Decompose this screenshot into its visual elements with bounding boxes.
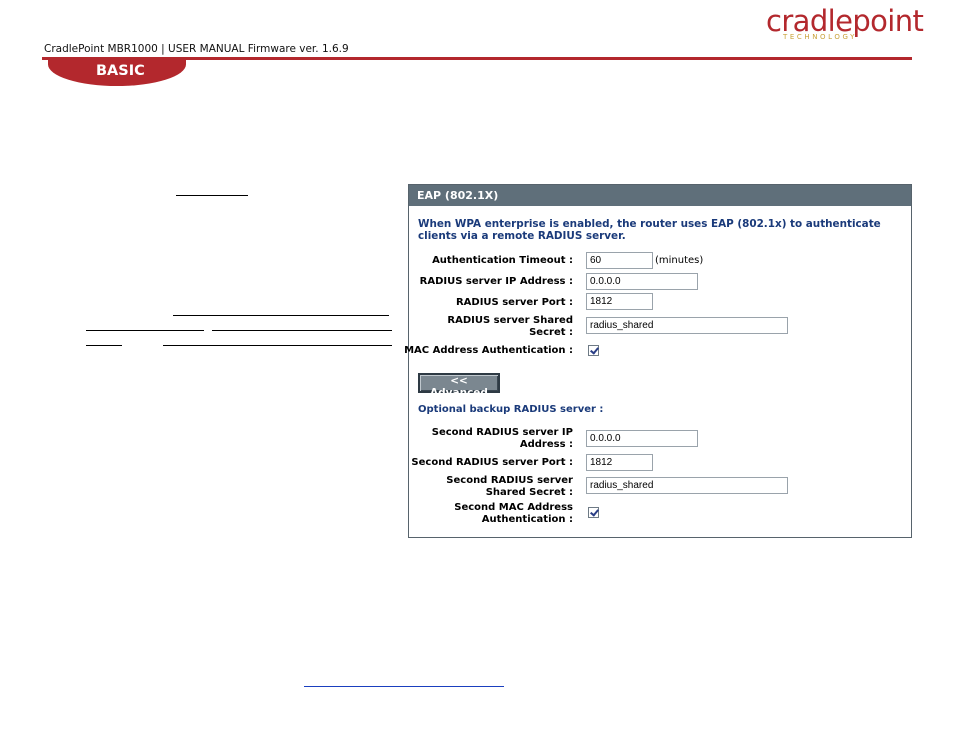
second-radius-ip-label-line1: Second RADIUS server IP	[431, 427, 573, 438]
second-radius-ip-label: Second RADIUS server IP Address :	[432, 427, 573, 451]
optional-backup-heading: Optional backup RADIUS server :	[418, 404, 604, 415]
second-radius-ip-label-line2: Address :	[519, 439, 573, 450]
radius-secret-label-line2: Secret :	[529, 327, 573, 338]
section-tab-label: BASIC	[96, 63, 145, 79]
auth-timeout-input[interactable]	[586, 252, 653, 269]
radius-secret-label: RADIUS server Shared Secret :	[447, 315, 573, 339]
link-underline	[86, 345, 122, 346]
panel-title: EAP (802.1X)	[409, 185, 911, 206]
auth-timeout-label: Authentication Timeout :	[432, 255, 573, 266]
second-mac-auth-label-line1: Second MAC Address	[454, 502, 573, 513]
second-mac-auth-label: Second MAC Address Authentication :	[454, 502, 573, 526]
document-title: CradlePoint MBR1000 | USER MANUAL Firmwa…	[44, 43, 349, 55]
second-radius-secret-label-line2: Shared Secret :	[485, 487, 573, 498]
link-underline	[304, 686, 504, 687]
link-underline	[163, 345, 392, 346]
second-radius-secret-label-line1: Second RADIUS server	[446, 475, 573, 486]
link-underline	[173, 315, 389, 316]
radius-secret-input[interactable]	[586, 317, 788, 334]
second-mac-auth-label-line2: Authentication :	[481, 514, 573, 525]
mac-auth-checkbox[interactable]	[588, 345, 599, 356]
link-underline	[86, 330, 204, 331]
second-mac-auth-checkbox[interactable]	[588, 507, 599, 518]
radius-secret-label-line1: RADIUS server Shared	[447, 315, 573, 326]
advanced-toggle-button[interactable]: << Advanced	[418, 373, 500, 399]
auth-timeout-unit: (minutes)	[655, 255, 704, 266]
panel-description: When WPA enterprise is enabled, the rout…	[418, 218, 881, 242]
cradlepoint-logo: cradlepoint TECHNOLOGY	[766, 4, 924, 46]
link-underline	[176, 195, 248, 196]
second-radius-ip-input[interactable]	[586, 430, 698, 447]
radius-ip-input[interactable]	[586, 273, 698, 290]
radius-port-input[interactable]	[586, 293, 653, 310]
second-radius-port-label: Second RADIUS server Port :	[411, 457, 573, 468]
mac-auth-label: MAC Address Authentication :	[404, 345, 573, 356]
second-radius-secret-input[interactable]	[586, 477, 788, 494]
section-tab: BASIC	[48, 59, 186, 86]
second-radius-port-input[interactable]	[586, 454, 653, 471]
second-radius-secret-label: Second RADIUS server Shared Secret :	[446, 475, 573, 499]
link-underline	[212, 330, 392, 331]
logo-wordmark: cradlepoint	[766, 4, 924, 38]
radius-ip-label: RADIUS server IP Address :	[419, 276, 573, 287]
radius-port-label: RADIUS server Port :	[455, 297, 573, 308]
logo-subtext: TECHNOLOGY	[782, 33, 858, 41]
eap-settings-panel: EAP (802.1X) When WPA enterprise is enab…	[404, 184, 912, 538]
